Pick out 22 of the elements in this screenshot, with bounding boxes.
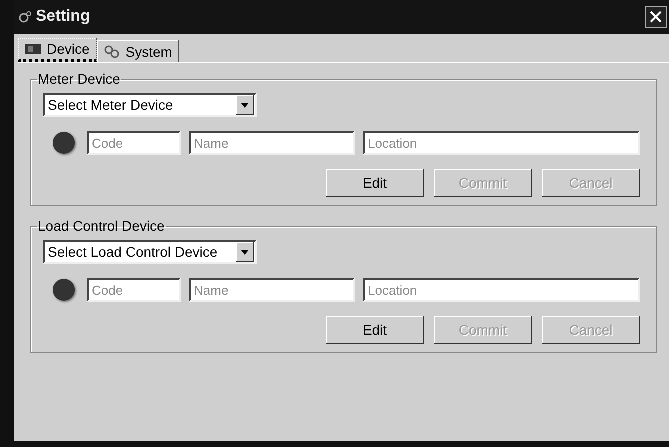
gear-icon [18,11,32,23]
window-title: Setting [36,8,90,26]
input-field[interactable]: Location [363,278,640,302]
input-field[interactable]: Code [87,131,181,155]
input-field[interactable]: Location [363,131,640,155]
tab[interactable]: Device [18,38,97,62]
group-title: Load Control Device [37,218,166,234]
device-dropdown[interactable]: Select Load Control Device [43,240,257,264]
gears-icon [104,44,120,58]
input-field[interactable]: Name [189,131,355,155]
dropdown-arrow-icon [241,250,249,254]
close-button[interactable] [645,6,667,28]
input-field[interactable]: Name [189,278,355,302]
dropdown-arrow-icon [241,102,249,108]
group-title: Meter Device [37,71,122,87]
tab[interactable]: System [96,40,180,62]
action-button[interactable]: Edit [326,316,424,344]
input-field[interactable]: Code [87,278,181,302]
device-dropdown[interactable]: Select Meter Device [43,93,257,117]
device-icon [25,43,41,55]
action-button[interactable]: Edit [326,169,424,197]
close-icon [649,10,663,24]
